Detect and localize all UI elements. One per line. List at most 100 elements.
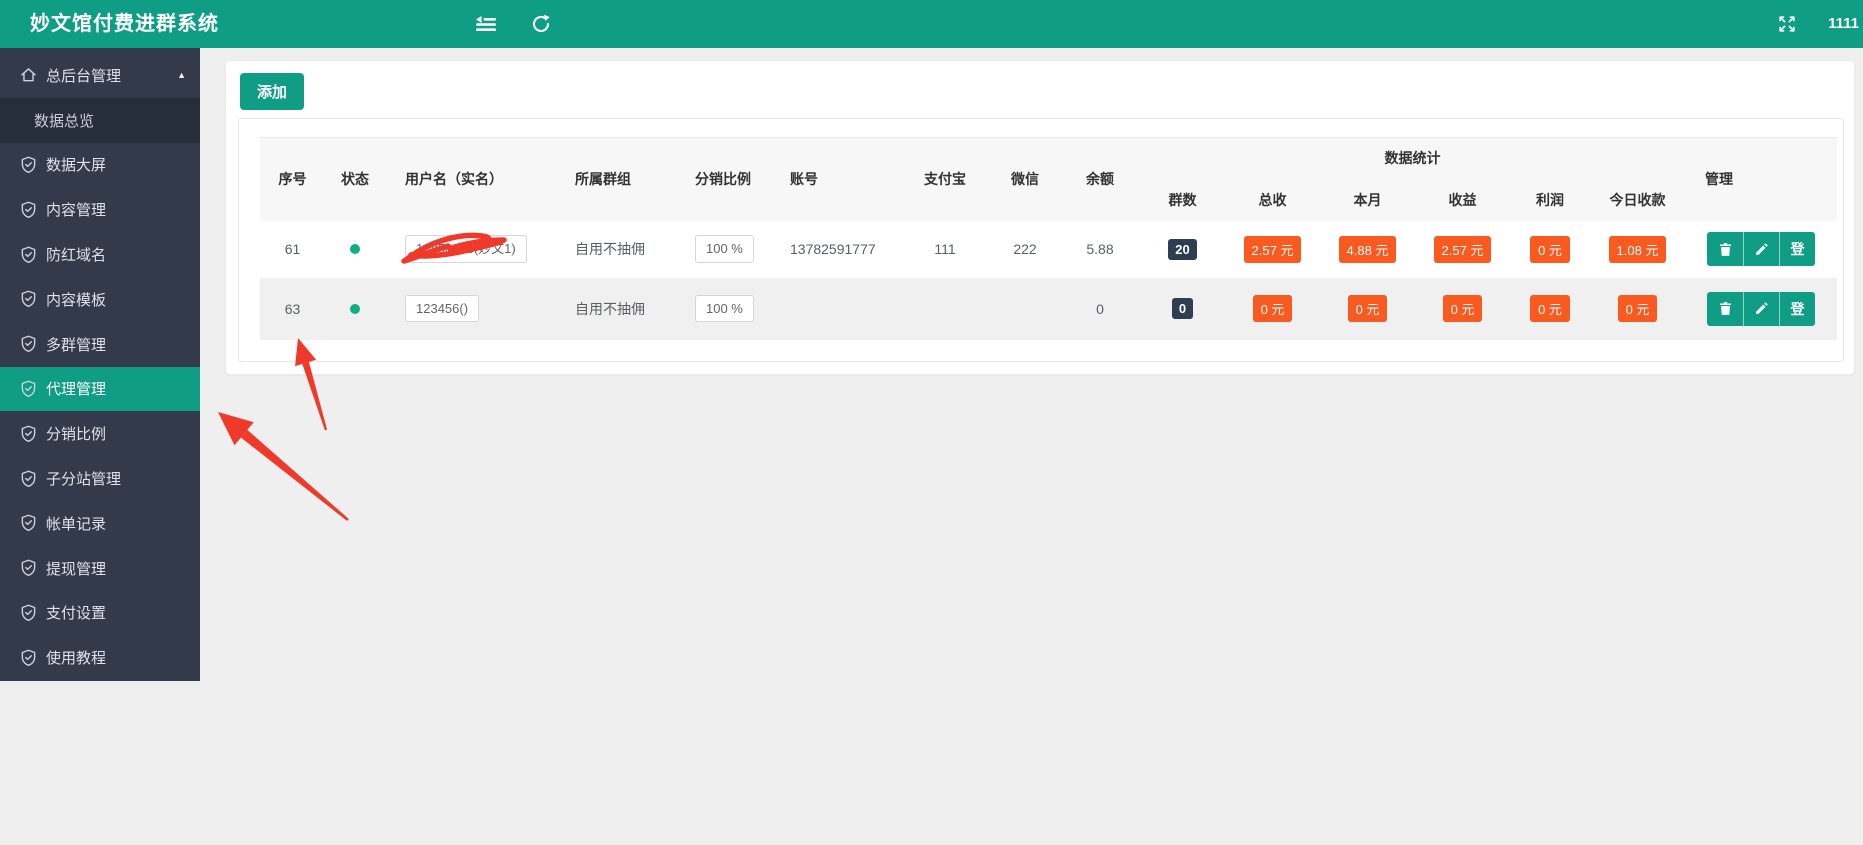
home-icon xyxy=(20,66,37,84)
edit-button[interactable] xyxy=(1743,232,1780,266)
sidebar-item-label: 内容模板 xyxy=(46,291,107,309)
sidebar-item-data-overview[interactable]: 数据总览 xyxy=(0,97,200,143)
col-header-month: 本月 xyxy=(1320,178,1415,221)
group-count-badge: 20 xyxy=(1168,238,1197,260)
sidebar-item-agent-manage[interactable]: 代理管理 xyxy=(0,366,200,412)
delete-button[interactable] xyxy=(1707,232,1744,266)
row-actions: 登 xyxy=(1707,291,1816,326)
profit-badge: 0 元 xyxy=(1530,235,1570,263)
today-income-badge: 1.08 元 xyxy=(1608,235,1667,263)
cell-wechat xyxy=(990,277,1060,340)
income-badge: 2.57 元 xyxy=(1433,235,1492,263)
ratio-field[interactable]: 100 % xyxy=(695,294,754,323)
col-header-total: 总收 xyxy=(1225,178,1320,221)
sidebar-item-bill-record[interactable]: 帐单记录 xyxy=(0,501,200,546)
shield-check-icon xyxy=(20,335,37,353)
month-income-badge: 0 元 xyxy=(1347,295,1388,322)
shield-check-icon xyxy=(20,425,37,443)
edit-button[interactable] xyxy=(1743,291,1780,326)
sidebar-nav: 总后台管理 ▲ 数据总览 数据大屏 内容管理 防红域名 内容模板 多群管理 代理… xyxy=(0,48,200,681)
trash-icon xyxy=(1718,242,1733,257)
group-count-badge: 0 xyxy=(1171,298,1194,319)
col-header-income: 收益 xyxy=(1415,178,1510,221)
collapse-menu-icon[interactable] xyxy=(475,14,497,34)
shield-check-icon xyxy=(20,514,37,532)
table-row: 61 13858663(妙文1) 自用不抽佣 100 % 13782591777… xyxy=(260,220,1838,278)
cell-index: 63 xyxy=(260,277,325,340)
sidebar-item-data-screen[interactable]: 数据大屏 xyxy=(0,143,200,188)
sidebar-item-substation-manage[interactable]: 子分站管理 xyxy=(0,456,200,501)
username-field[interactable]: 123456() xyxy=(405,294,480,323)
income-badge: 0 元 xyxy=(1442,295,1483,322)
sidebar-item-content-manage[interactable]: 内容管理 xyxy=(0,187,200,232)
col-header-group: 所属群组 xyxy=(555,137,675,221)
sidebar-item-label: 帐单记录 xyxy=(46,515,107,533)
cell-alipay: 111 xyxy=(900,220,990,278)
edit-icon xyxy=(1754,242,1769,257)
login-as-button[interactable]: 登 xyxy=(1779,291,1816,326)
shield-check-icon xyxy=(20,201,37,219)
cell-group: 自用不抽佣 xyxy=(555,277,675,340)
profit-badge: 0 元 xyxy=(1530,295,1570,322)
month-income-badge: 4.88 元 xyxy=(1338,235,1397,263)
sidebar-item-label: 支付设置 xyxy=(46,605,107,623)
col-header-wechat: 微信 xyxy=(990,137,1060,221)
cell-group: 自用不抽佣 xyxy=(555,220,675,278)
col-header-manage: 管理 xyxy=(1685,137,1838,221)
sidebar-item-label: 使用教程 xyxy=(46,650,107,668)
col-header-index: 序号 xyxy=(260,137,325,221)
annotation-arrow-large xyxy=(218,412,349,521)
delete-button[interactable] xyxy=(1707,291,1744,326)
shield-check-icon xyxy=(20,290,37,308)
today-income-badge: 0 元 xyxy=(1617,295,1658,322)
col-header-account: 账号 xyxy=(770,137,900,221)
shield-check-icon xyxy=(20,246,37,264)
shield-check-icon xyxy=(20,649,37,667)
sidebar-item-withdraw-manage[interactable]: 提现管理 xyxy=(0,546,200,591)
app-title: 妙文馆付费进群系统 xyxy=(30,13,219,35)
cell-balance: 5.88 xyxy=(1060,220,1140,278)
cell-wechat: 222 xyxy=(990,220,1060,278)
sidebar-item-label: 内容管理 xyxy=(46,202,107,220)
cell-account: 13782591777 xyxy=(770,220,900,278)
col-header-profit: 利润 xyxy=(1510,178,1590,221)
top-header-bar: 妙文馆付费进群系统 1111 xyxy=(0,0,1863,48)
sidebar-item-multi-group[interactable]: 多群管理 xyxy=(0,322,200,367)
col-header-username: 用户名（实名） xyxy=(385,137,555,221)
total-income-badge: 2.57 元 xyxy=(1243,235,1302,263)
table-row: 63 123456() 自用不抽佣 100 % 0 0 0 元 0 元 0 元 … xyxy=(260,277,1838,340)
sidebar-item-label: 防红域名 xyxy=(46,247,107,265)
sidebar-item-label: 提现管理 xyxy=(46,560,107,578)
sidebar-item-distribution-ratio[interactable]: 分销比例 xyxy=(0,411,200,456)
sidebar-item-content-template[interactable]: 内容模板 xyxy=(0,277,200,322)
col-header-group-count: 群数 xyxy=(1140,178,1225,221)
cell-balance: 0 xyxy=(1060,277,1140,340)
refresh-icon[interactable] xyxy=(531,14,551,34)
sidebar-item-label: 总后台管理 xyxy=(46,67,122,85)
col-header-stats-group: 数据统计 xyxy=(1140,137,1686,179)
shield-check-icon xyxy=(20,604,37,622)
agents-table-wrap: 序号 状态 用户名（实名） 所属群组 分销比例 账号 支付宝 微信 余额 数据统… xyxy=(260,137,1838,340)
shield-check-icon xyxy=(20,380,37,398)
user-menu[interactable]: 1111 xyxy=(1828,0,1859,48)
sidebar-item-label: 分销比例 xyxy=(46,426,107,444)
col-header-today: 今日收款 xyxy=(1590,178,1686,221)
shield-check-icon xyxy=(20,156,37,174)
sidebar-item-label: 数据大屏 xyxy=(46,157,107,175)
username-field[interactable]: 13858663(妙文1) xyxy=(405,235,527,263)
sidebar-item-tutorial[interactable]: 使用教程 xyxy=(0,635,200,680)
login-as-button[interactable]: 登 xyxy=(1779,232,1816,266)
cell-account xyxy=(770,277,900,340)
cell-index: 61 xyxy=(260,220,325,278)
ratio-field[interactable]: 100 % xyxy=(695,235,754,263)
add-button[interactable]: 添加 xyxy=(240,73,304,110)
sidebar-item-antired-domain[interactable]: 防红域名 xyxy=(0,232,200,277)
col-header-ratio: 分销比例 xyxy=(675,137,770,221)
sidebar-item-payment-settings[interactable]: 支付设置 xyxy=(0,591,200,636)
cell-alipay xyxy=(900,277,990,340)
sidebar-item-label: 多群管理 xyxy=(46,336,107,354)
total-income-badge: 0 元 xyxy=(1252,295,1293,322)
sidebar-item-main-admin[interactable]: 总后台管理 ▲ xyxy=(0,53,200,98)
fullscreen-icon[interactable] xyxy=(1777,14,1797,34)
col-header-balance: 余额 xyxy=(1060,137,1140,221)
